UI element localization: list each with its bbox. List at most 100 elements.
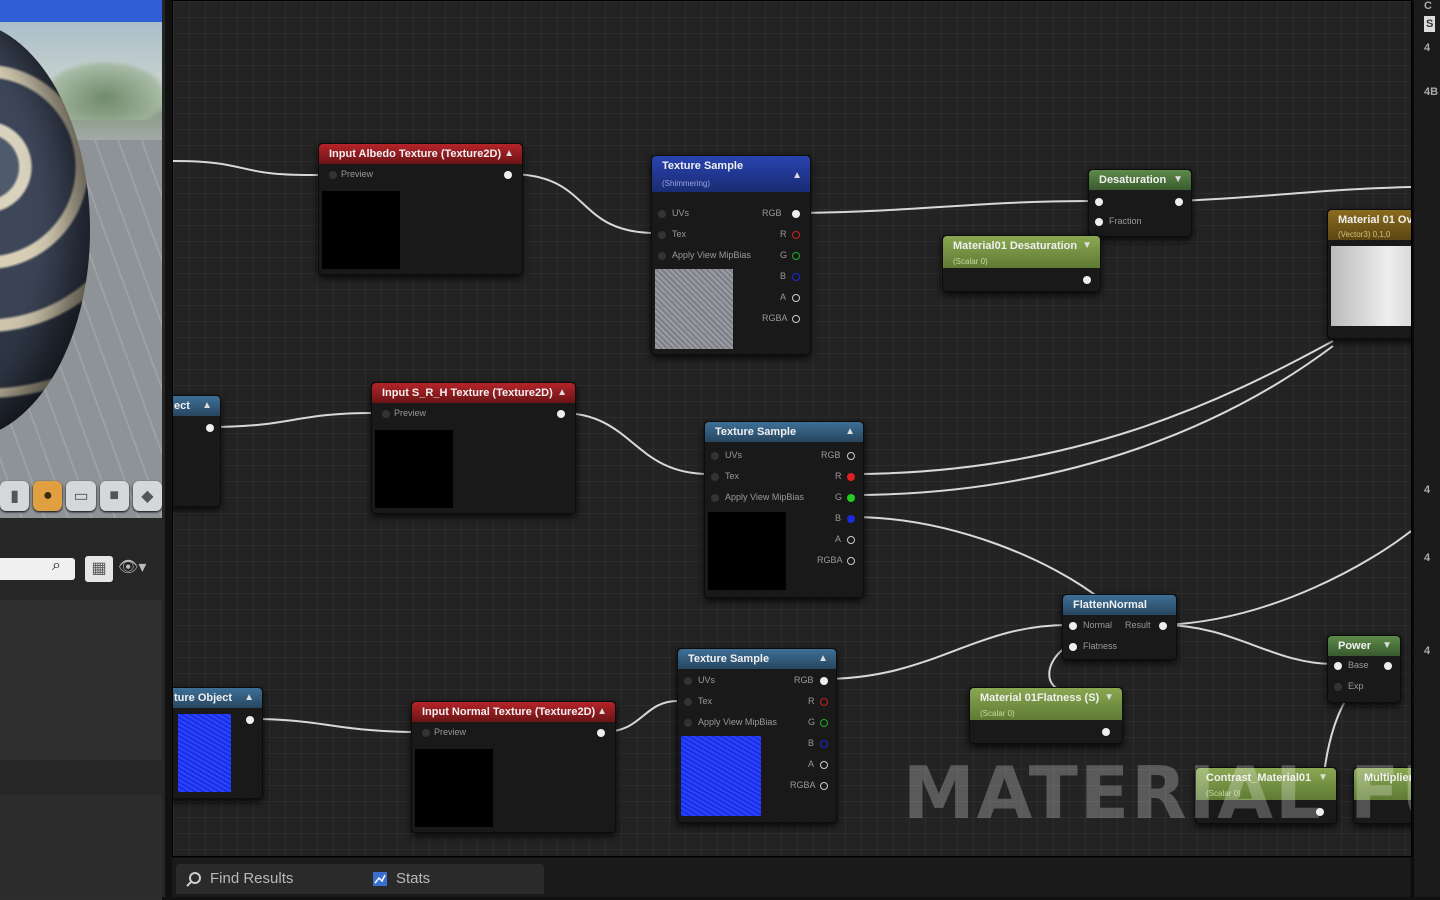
cylinder-shape-button[interactable]: ▮ xyxy=(0,481,30,511)
a-output-pin[interactable] xyxy=(847,536,855,544)
output-pin[interactable] xyxy=(1083,276,1091,284)
pin-label: Preview xyxy=(341,169,374,179)
uvs-pin[interactable] xyxy=(658,210,666,218)
rgba-output-pin[interactable] xyxy=(792,315,800,323)
material-graph-canvas[interactable]: Input Albedo Texture (Texture2D) ▲ Previe… xyxy=(172,0,1412,857)
r-output-pin[interactable] xyxy=(820,698,828,706)
g-output-pin[interactable] xyxy=(820,719,828,727)
power-node[interactable]: Power ▼ Base Exp xyxy=(1327,635,1401,703)
flatness-pin[interactable] xyxy=(1069,643,1077,651)
collapse-arrow-icon[interactable]: ▲ xyxy=(818,649,828,669)
uvs-pin[interactable] xyxy=(684,677,692,685)
output-pin[interactable] xyxy=(206,424,214,432)
desaturation-node[interactable]: Desaturation ▼ Fraction xyxy=(1088,169,1192,237)
texture-sample-node[interactable]: Texture Sample ▲ UVs Tex Apply View MipBi… xyxy=(704,421,864,598)
color-preview xyxy=(1331,246,1411,326)
collapse-arrow-icon[interactable]: ▲ xyxy=(202,396,212,416)
cube-shape-button[interactable]: ■ xyxy=(99,481,129,511)
rgba-output-pin[interactable] xyxy=(820,782,828,790)
a-output-pin[interactable] xyxy=(820,761,828,769)
rgb-output-pin[interactable] xyxy=(820,677,828,685)
mipbias-pin[interactable] xyxy=(684,719,692,727)
collapse-arrow-icon[interactable]: ▲ xyxy=(557,383,567,403)
output-pin[interactable] xyxy=(246,716,254,724)
node-title: Input Normal Texture (Texture2D) xyxy=(422,706,596,718)
rgba-output-pin[interactable] xyxy=(847,557,855,565)
output-pin[interactable] xyxy=(1384,662,1392,670)
material01-flatness-param[interactable]: Material 01Flatness (S) ▼ (Scalar 0) xyxy=(969,687,1123,744)
output-pin[interactable] xyxy=(597,729,605,737)
r-output-pin[interactable] xyxy=(847,473,855,481)
output-pin[interactable] xyxy=(1102,728,1110,736)
category-marker[interactable]: 4 xyxy=(1424,645,1430,657)
plane-shape-button[interactable]: ▭ xyxy=(66,481,96,511)
collapse-arrow-icon[interactable]: ▲ xyxy=(792,166,802,186)
fraction-pin[interactable] xyxy=(1095,218,1103,226)
result-output-pin[interactable] xyxy=(1159,622,1167,630)
mesh-shape-button[interactable]: ◆ xyxy=(132,481,162,511)
g-output-pin[interactable] xyxy=(792,252,800,260)
input-pin[interactable] xyxy=(1095,198,1103,206)
tex-pin[interactable] xyxy=(711,473,719,481)
uvs-pin[interactable] xyxy=(711,452,719,460)
category-marker[interactable]: S xyxy=(1424,16,1436,32)
material01-desaturation-param[interactable]: Material01 Desaturation ▼ (Scalar 0) xyxy=(942,235,1101,292)
collapse-arrow-icon[interactable]: ▼ xyxy=(1082,236,1092,256)
category-marker[interactable]: 4 xyxy=(1424,42,1430,54)
tab-stats[interactable]: Stats xyxy=(362,864,544,894)
tex-pin[interactable] xyxy=(658,231,666,239)
texture-object-node[interactable]: ture Object ▲ xyxy=(173,687,263,799)
input-albedo-node[interactable]: Input Albedo Texture (Texture2D) ▲ Previe… xyxy=(318,143,523,275)
r-output-pin[interactable] xyxy=(792,231,800,239)
output-pin[interactable] xyxy=(557,410,565,418)
pin-label: Base xyxy=(1348,660,1369,670)
collapse-arrow-icon[interactable]: ▼ xyxy=(1173,170,1183,190)
normal-pin[interactable] xyxy=(1069,622,1077,630)
preview-pin[interactable] xyxy=(329,171,337,179)
preview-pin[interactable] xyxy=(382,410,390,418)
collapse-arrow-icon[interactable]: ▲ xyxy=(504,144,514,164)
sphere-shape-button[interactable]: ● xyxy=(33,481,63,511)
base-pin[interactable] xyxy=(1334,662,1342,670)
rgb-output-pin[interactable] xyxy=(792,210,800,218)
material-preview-viewport[interactable]: ▮ ● ▭ ■ ◆ xyxy=(0,0,162,518)
collapse-arrow-icon[interactable]: ▲ xyxy=(597,702,607,722)
tab-find-results[interactable]: Find Results xyxy=(176,864,366,894)
g-output-pin[interactable] xyxy=(847,494,855,502)
node-title: Material01 Desaturation xyxy=(953,240,1078,252)
texture-sample-node[interactable]: Texture Sample ▲ UVs Tex Apply View MipBi… xyxy=(677,648,837,823)
mipbias-pin[interactable] xyxy=(658,252,666,260)
b-output-pin[interactable] xyxy=(820,740,828,748)
input-normal-node[interactable]: Input Normal Texture (Texture2D) ▲ Previe… xyxy=(411,701,616,833)
tex-pin[interactable] xyxy=(684,698,692,706)
collapse-arrow-icon[interactable]: ▼ xyxy=(1382,636,1392,656)
node-subtitle: (Shimmering) xyxy=(662,179,711,188)
a-output-pin[interactable] xyxy=(792,294,800,302)
mipbias-pin[interactable] xyxy=(711,494,719,502)
node-title: Texture Sample xyxy=(662,160,744,172)
pin-label: Apply View MipBias xyxy=(725,492,804,502)
b-output-pin[interactable] xyxy=(792,273,800,281)
output-pin[interactable] xyxy=(1175,198,1183,206)
view-options-icon[interactable]: 👁▾ xyxy=(118,557,146,577)
search-input[interactable] xyxy=(0,558,75,580)
exp-pin[interactable] xyxy=(1334,683,1342,691)
b-output-pin[interactable] xyxy=(847,515,855,523)
category-marker[interactable]: 4B xyxy=(1424,86,1438,98)
collapse-arrow-icon[interactable]: ▲ xyxy=(244,688,254,708)
rgb-output-pin[interactable] xyxy=(847,452,855,460)
preview-pin[interactable] xyxy=(422,729,430,737)
texture-sample-node[interactable]: Texture Sample ▲ (Shimmering) UVs Tex App… xyxy=(651,155,811,355)
property-matrix-button[interactable]: ▦ xyxy=(85,556,113,582)
category-marker[interactable]: 4 xyxy=(1424,552,1430,564)
collapse-arrow-icon[interactable]: ▲ xyxy=(845,422,855,442)
collapse-arrow-icon[interactable]: ▼ xyxy=(1104,688,1114,708)
output-pin[interactable] xyxy=(504,171,512,179)
category-marker[interactable]: 4 xyxy=(1424,484,1430,496)
flatten-normal-node[interactable]: FlattenNormal Normal Result Flatness xyxy=(1062,594,1177,660)
texture-object-node[interactable]: ect ▲ xyxy=(173,395,221,507)
pin-label: R xyxy=(780,229,787,239)
material01-vector-param[interactable]: Material 01 Ov (Vector3) 0,1,0 xyxy=(1327,209,1411,339)
pin-label: B xyxy=(835,513,842,523)
input-srh-node[interactable]: Input S_R_H Texture (Texture2D) ▲ Preview xyxy=(371,382,576,514)
